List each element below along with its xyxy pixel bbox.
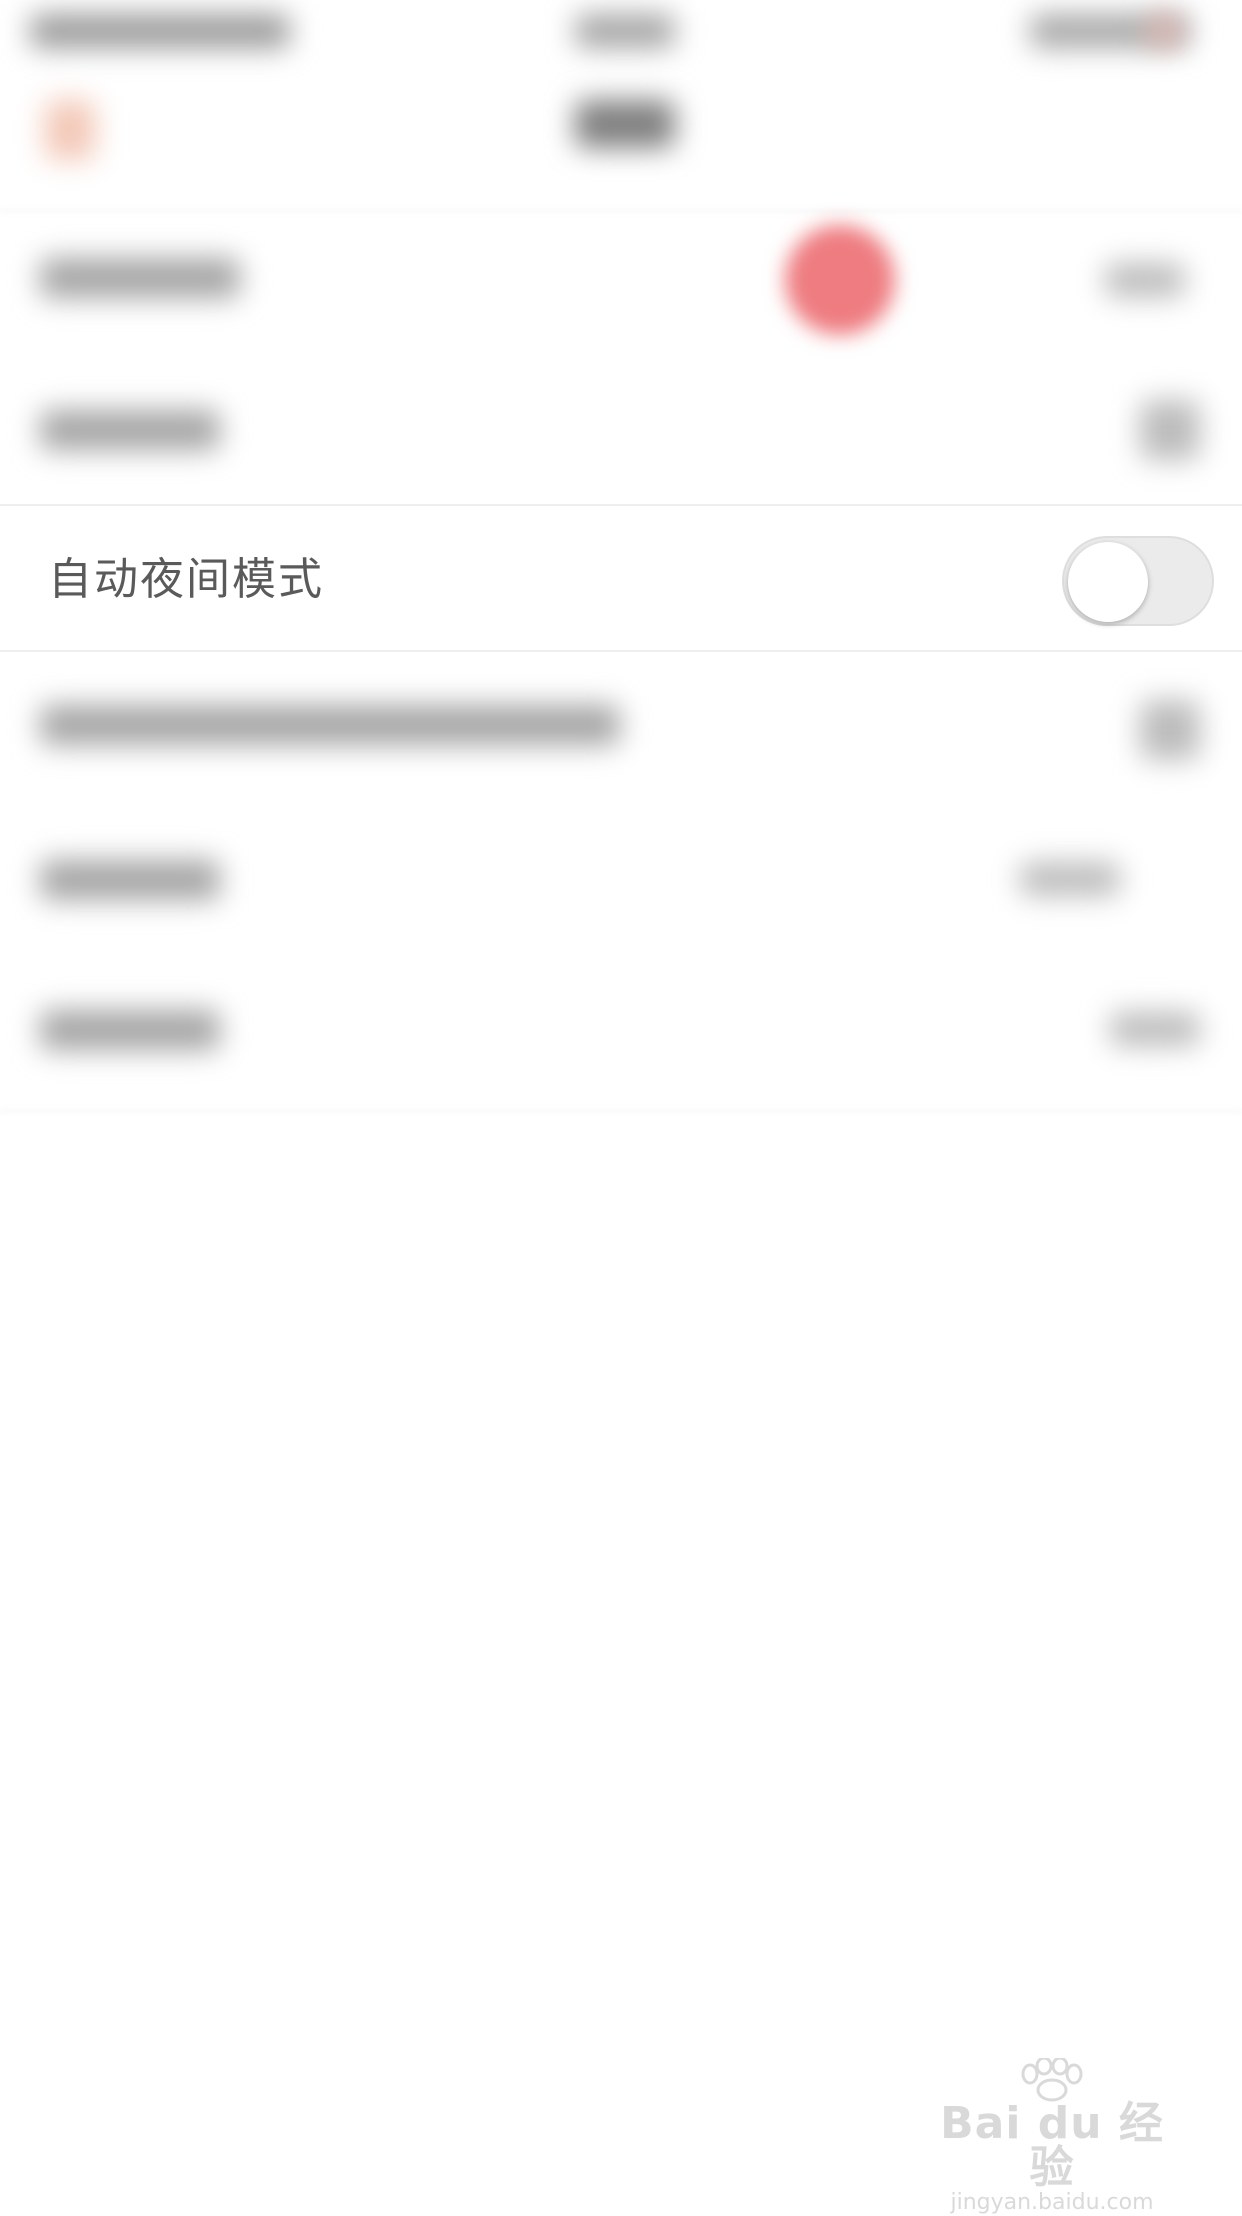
status-bar-carrier <box>30 14 290 48</box>
watermark-brand: Bai du 经验 <box>940 2098 1164 2193</box>
night-mode-label: 自动夜间模式 <box>48 554 324 605</box>
toggle-knob <box>1068 542 1148 622</box>
setting-row-4-value[interactable] <box>1140 700 1200 760</box>
watermark-url: jingyan.baidu.com <box>950 2190 1154 2215</box>
list-bottom-divider <box>0 1110 1242 1112</box>
setting-row-2-value[interactable] <box>1140 400 1200 460</box>
setting-row-night-mode[interactable]: 自动夜间模式 <box>0 504 1242 652</box>
battery-icon <box>1150 16 1178 46</box>
setting-row-1-value[interactable] <box>1105 263 1185 297</box>
setting-row-5-label <box>40 860 220 900</box>
paw-icon <box>1021 2058 1083 2102</box>
setting-row-4-label <box>40 705 620 745</box>
setting-row-5-value[interactable] <box>1020 862 1120 896</box>
setting-row-2-label <box>40 410 220 450</box>
page-title <box>575 100 675 148</box>
status-bar-time <box>575 14 675 48</box>
setting-row-6-value[interactable] <box>1110 1012 1200 1046</box>
setting-row-6-label <box>40 1010 220 1050</box>
nav-divider <box>0 210 1242 212</box>
back-icon[interactable] <box>45 100 95 160</box>
setting-row-1-red-badge <box>785 225 895 335</box>
baidu-jingyan-watermark: Bai du 经验 jingyan.baidu.com <box>932 2058 1172 2215</box>
night-mode-toggle[interactable] <box>1062 536 1214 626</box>
setting-row-1-label <box>40 258 240 298</box>
